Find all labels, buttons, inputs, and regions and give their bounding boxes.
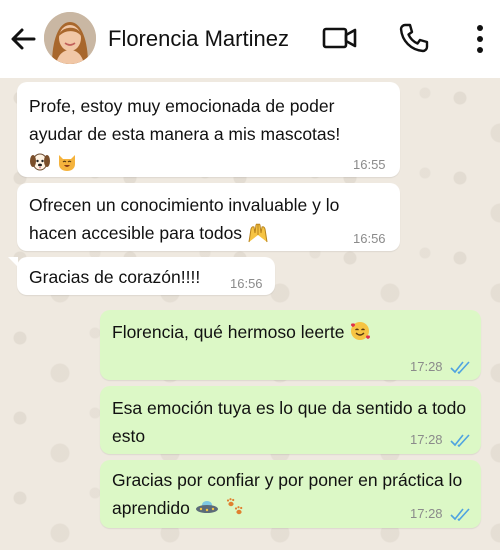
chat-header: Florencia Martinez bbox=[0, 0, 500, 79]
message-time: 16:55 bbox=[353, 157, 386, 172]
contact-name[interactable]: Florencia Martinez bbox=[108, 26, 289, 52]
bubble-tail bbox=[8, 257, 18, 267]
phone-call-icon[interactable] bbox=[398, 22, 430, 54]
message-time: 17:28 bbox=[410, 359, 443, 374]
message-outgoing[interactable]: Esa emoción tuya es lo que da sentido a … bbox=[100, 386, 481, 454]
message-incoming[interactable]: Ofrecen un conocimiento invaluable y lo … bbox=[17, 183, 400, 251]
paw-prints-emoji bbox=[224, 496, 246, 526]
message-incoming[interactable]: Gracias de corazón!!!! 16:56 bbox=[8, 257, 275, 295]
message-text: Gracias de corazón!!!! bbox=[29, 267, 201, 287]
message-outgoing[interactable]: Gracias por confiar y por poner en práct… bbox=[100, 460, 481, 528]
message-time: 16:56 bbox=[353, 231, 386, 246]
cat-face-emoji bbox=[56, 150, 78, 180]
message-text: Ofrecen un conocimiento invaluable y lo … bbox=[29, 195, 340, 243]
message-time: 17:28 bbox=[410, 432, 443, 447]
read-receipt-icon bbox=[450, 508, 470, 521]
message-text: Florencia, qué hermoso leerte bbox=[112, 322, 345, 342]
message-incoming[interactable]: Profe, estoy muy emocionada de poder ayu… bbox=[17, 82, 400, 177]
video-call-icon[interactable] bbox=[322, 23, 358, 53]
smiling-face-with-hearts-emoji bbox=[349, 320, 371, 350]
more-options-icon[interactable] bbox=[470, 22, 490, 56]
back-arrow-icon[interactable] bbox=[8, 24, 38, 54]
read-receipt-icon bbox=[450, 361, 470, 374]
dog-face-emoji bbox=[29, 150, 51, 180]
read-receipt-icon bbox=[450, 434, 470, 447]
avatar-photo bbox=[44, 12, 96, 64]
message-outgoing[interactable]: Florencia, qué hermoso leerte 17:28 bbox=[100, 310, 481, 380]
flying-saucer-emoji bbox=[195, 496, 219, 526]
avatar[interactable] bbox=[44, 12, 96, 64]
message-time: 16:56 bbox=[230, 276, 263, 291]
message-time: 17:28 bbox=[410, 506, 443, 521]
raised-hands-emoji bbox=[247, 221, 269, 251]
message-text: Profe, estoy muy emocionada de poder ayu… bbox=[29, 96, 341, 144]
